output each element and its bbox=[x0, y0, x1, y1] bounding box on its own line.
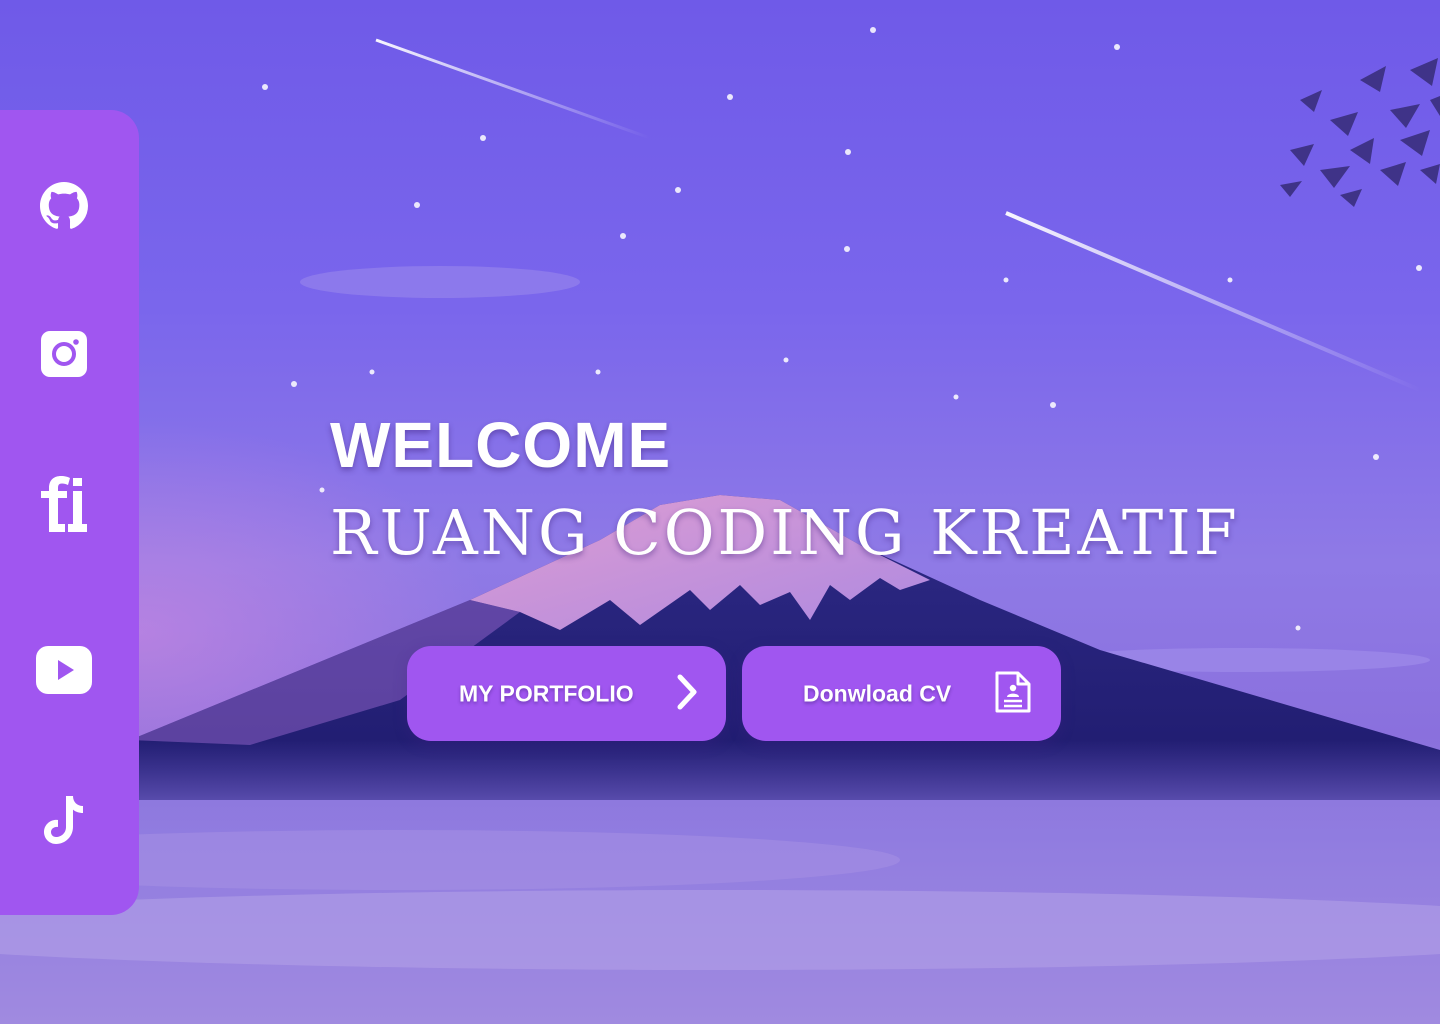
github-link[interactable] bbox=[34, 176, 94, 236]
tiktok-link[interactable] bbox=[34, 790, 94, 850]
tiktok-icon bbox=[44, 796, 83, 844]
document-icon bbox=[995, 671, 1031, 713]
youtube-link[interactable] bbox=[34, 640, 94, 700]
instagram-link[interactable] bbox=[34, 324, 94, 384]
hero-page: WELCOME RUANG CODING KREATIF MY PORTFOLI… bbox=[0, 0, 1440, 1024]
youtube-icon bbox=[36, 646, 92, 694]
instagram-icon bbox=[41, 331, 87, 377]
my-portfolio-label: MY PORTFOLIO bbox=[459, 680, 634, 706]
chevron-right-icon bbox=[677, 674, 697, 710]
fi-icon bbox=[41, 476, 87, 532]
download-cv-label: Donwload CV bbox=[803, 680, 952, 706]
welcome-heading: WELCOME bbox=[330, 409, 672, 481]
my-portfolio-button[interactable]: MY PORTFOLIO bbox=[407, 646, 726, 741]
github-icon bbox=[40, 182, 88, 229]
social-sidebar bbox=[0, 110, 139, 915]
brand-title: RUANG CODING KREATIF bbox=[330, 496, 1240, 569]
fi-link[interactable] bbox=[34, 474, 94, 534]
download-cv-button[interactable]: Donwload CV bbox=[742, 646, 1061, 741]
hero-heading-group: WELCOME RUANG CODING KREATIF bbox=[330, 405, 1240, 571]
